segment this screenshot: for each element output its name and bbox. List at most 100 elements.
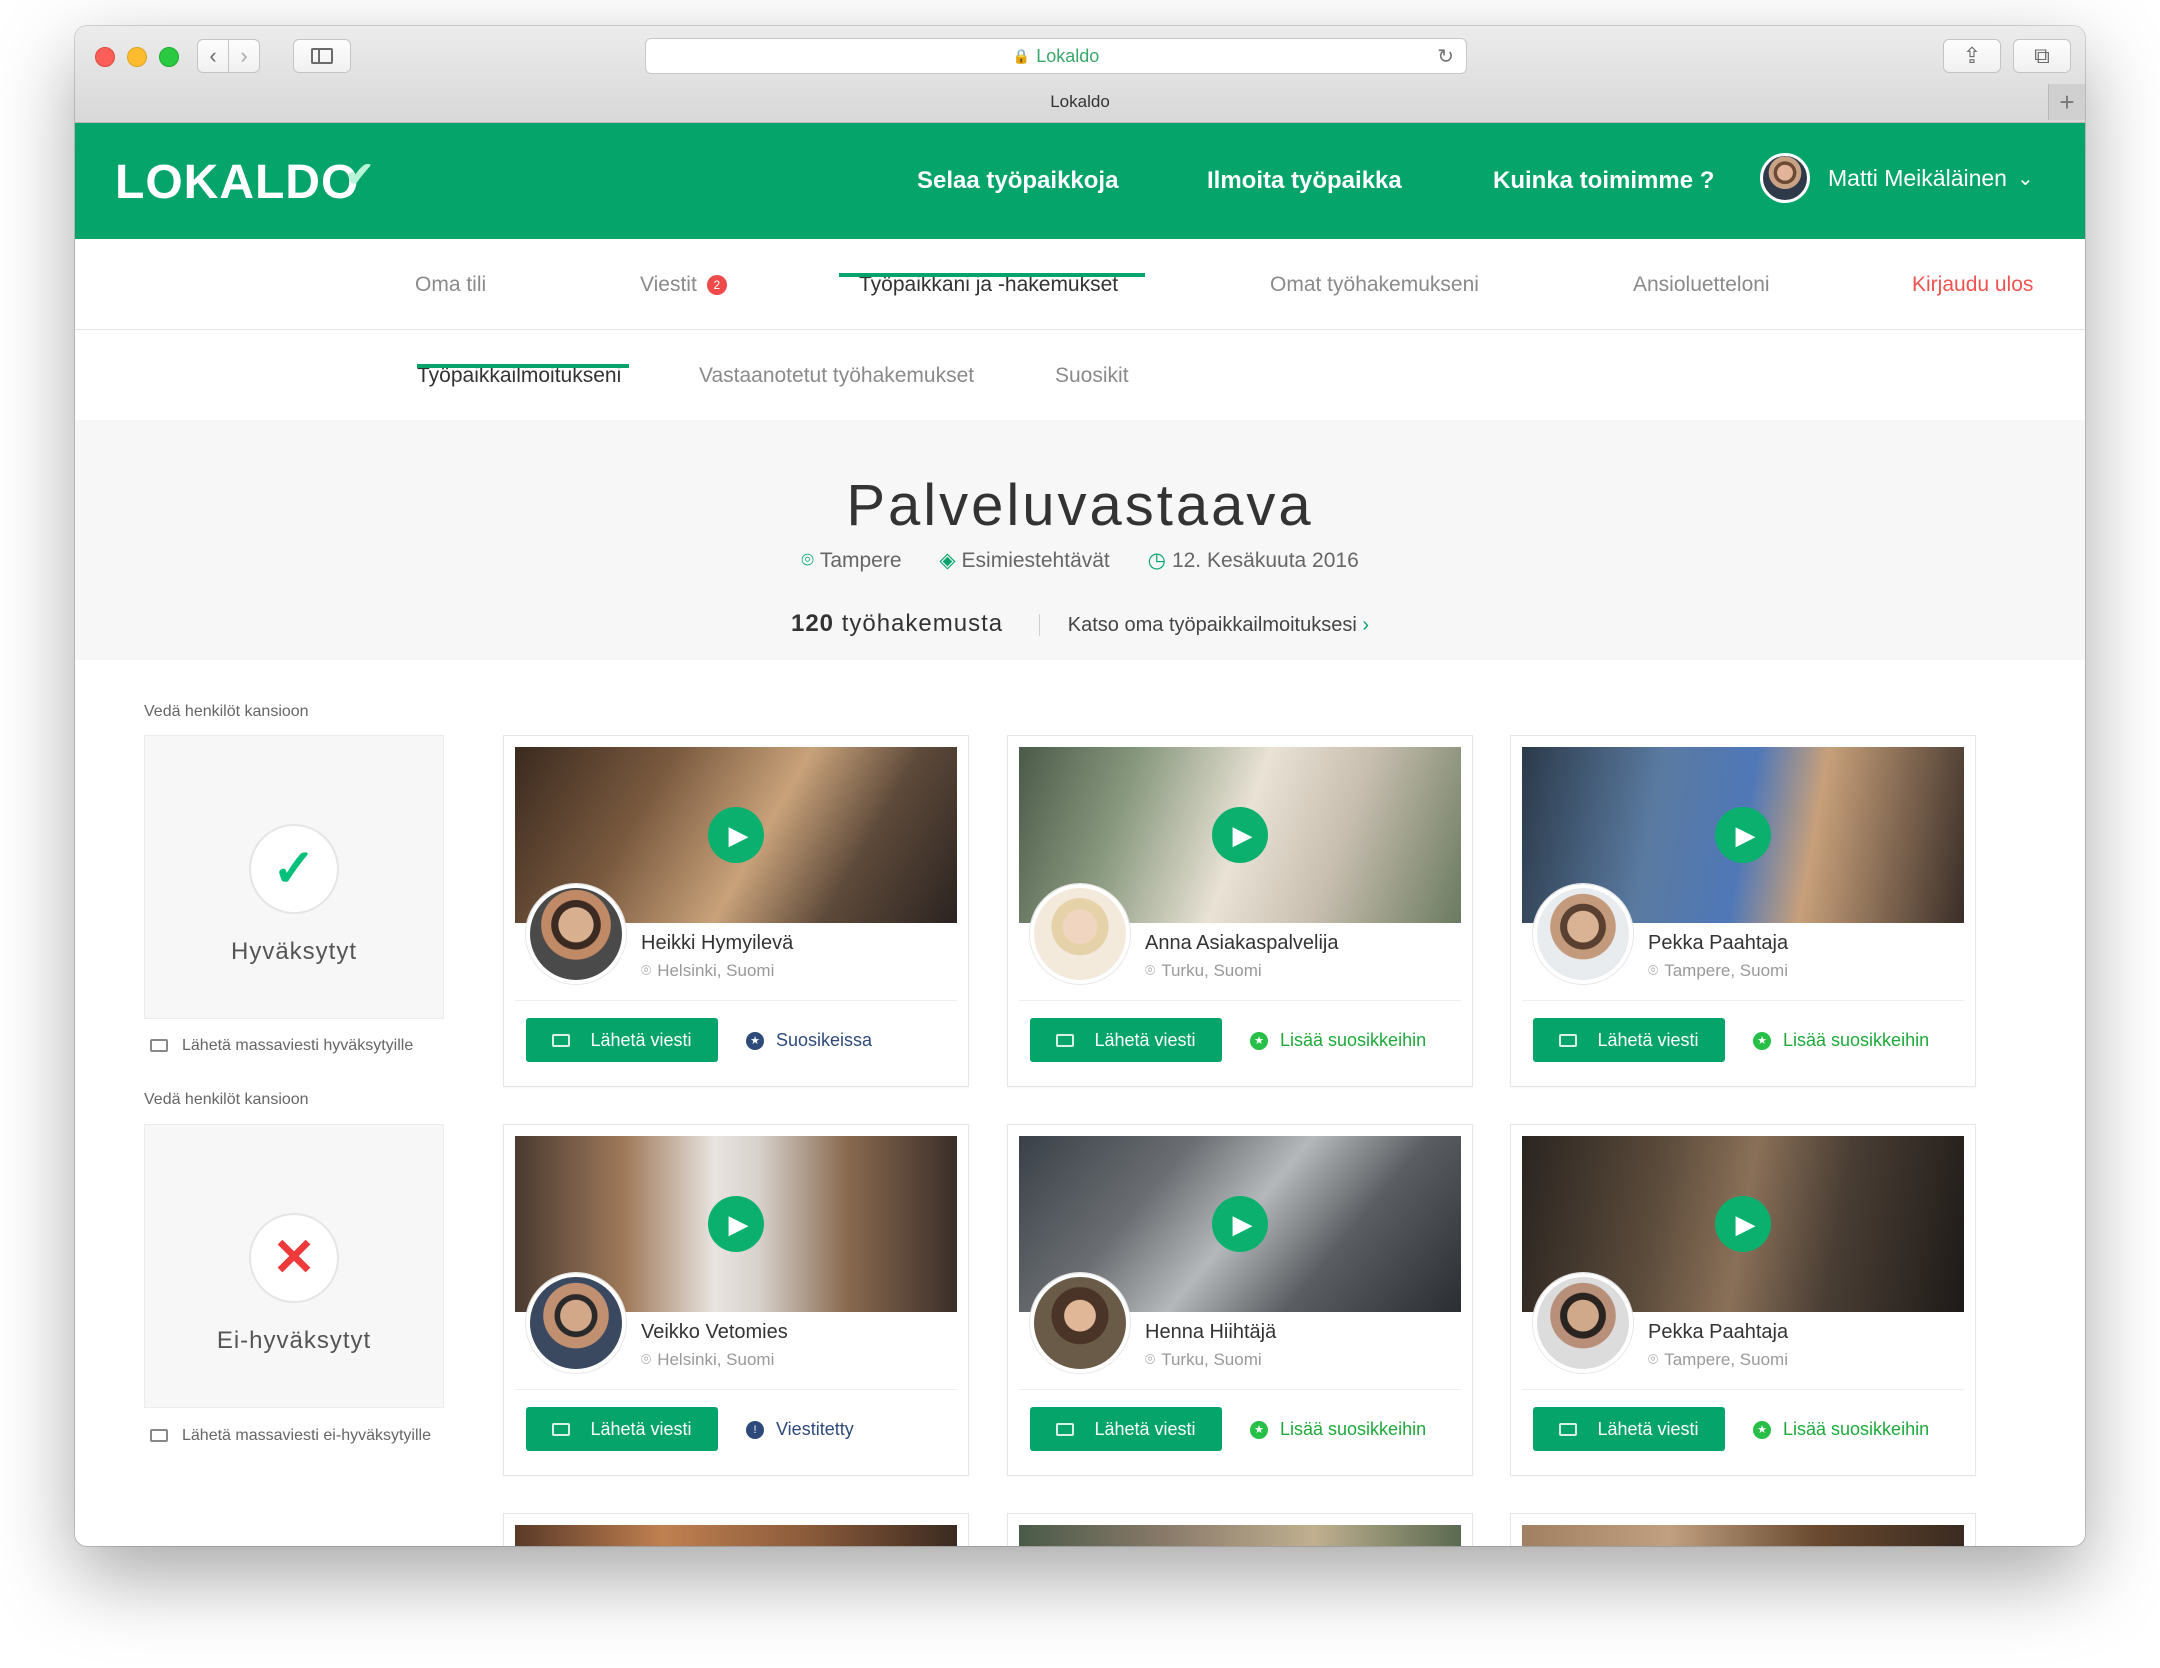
star-icon: ★ xyxy=(746,1031,764,1050)
address-bar[interactable]: 🔒 Lokaldo ↻ xyxy=(645,38,1467,74)
logout-link[interactable]: Kirjaudu ulos xyxy=(1912,273,2033,297)
tab-my-applications[interactable]: Omat työhakemukseni xyxy=(1270,273,1479,297)
send-message-button[interactable]: Lähetä viesti xyxy=(1533,1018,1725,1062)
share-icon: ⇪ xyxy=(1962,43,1982,68)
add-favorite-button[interactable]: ★ Lisää suosikkeihin xyxy=(1250,1419,1426,1440)
job-title: Palveluvastaava xyxy=(846,473,1314,538)
job-location: ⌾ Tampere xyxy=(801,549,901,572)
check-icon: ✔ xyxy=(345,156,375,194)
applicant-card[interactable]: ▶ Anna Asiakaspalvelija ⌾ Turku, Suomi Lä… xyxy=(1007,735,1473,1087)
folder-name: Hyväksytyt xyxy=(230,938,357,965)
view-listing-link[interactable]: Katso oma työpaikkailmoituksesi › xyxy=(1038,614,1370,636)
browser-toolbar: ‹ › 🔒 Lokaldo ↻ ⇪ ⧉ Lokaldo + xyxy=(75,26,2085,123)
video-thumbnail[interactable] xyxy=(515,1525,957,1546)
divider xyxy=(1522,1389,1964,1390)
applicant-card[interactable]: ▶ Pekka Paahtaja ⌾ Tampere, Suomi Lähetä … xyxy=(1510,1124,1976,1476)
check-icon: ✓ xyxy=(249,824,339,914)
applicant-name[interactable]: Pekka Paahtaja xyxy=(1648,1321,1788,1344)
applicant-card[interactable] xyxy=(1510,1513,1976,1546)
applicant-card[interactable] xyxy=(503,1513,969,1546)
site-header: LOKALDO✔ Selaa työpaikkoja Ilmoita työpa… xyxy=(75,123,2085,239)
play-icon[interactable]: ▶ xyxy=(1715,807,1771,863)
forward-button[interactable]: › xyxy=(228,39,260,73)
approved-folder[interactable]: ✓ Hyväksytyt xyxy=(144,735,444,1019)
applicant-location: ⌾ Turku, Suomi xyxy=(1145,961,1262,981)
close-window-button[interactable] xyxy=(95,47,115,67)
rejected-folder[interactable]: ✕ Ei-hyväksytyt xyxy=(144,1124,444,1408)
location-pin-icon: ⌾ xyxy=(641,961,652,980)
applicant-card[interactable]: ▶ Veikko Vetomies ⌾ Helsinki, Suomi Lähet… xyxy=(503,1124,969,1476)
back-button[interactable]: ‹ xyxy=(197,39,229,73)
nav-browse-jobs[interactable]: Selaa työpaikkoja xyxy=(917,167,1118,195)
divider xyxy=(1019,1389,1461,1390)
applicant-location-text: Helsinki, Suomi xyxy=(657,1350,775,1369)
applicant-card[interactable]: ▶ Henna Hiihtäjä ⌾ Turku, Suomi Lähetä vi… xyxy=(1007,1124,1473,1476)
user-menu[interactable]: Matti Meikäläinen ⌄ xyxy=(1760,153,2034,203)
tab-my-resume[interactable]: Ansioluetteloni xyxy=(1633,273,1770,297)
play-icon[interactable]: ▶ xyxy=(708,1196,764,1252)
send-message-label: Lähetä viesti xyxy=(590,1029,692,1050)
active-subtab-indicator xyxy=(417,364,629,368)
favorite-status[interactable]: ★ Suosikeissa xyxy=(746,1030,872,1051)
add-favorite-button[interactable]: ★ Lisää suosikkeihin xyxy=(1753,1030,1929,1051)
jobs-subnav: Työpaikkailmoitukseni Vastaanotetut työh… xyxy=(75,330,2085,420)
tab-title[interactable]: Lokaldo xyxy=(75,92,2085,112)
avatar xyxy=(1030,1273,1130,1373)
play-icon[interactable]: ▶ xyxy=(708,807,764,863)
sidebar-toggle-button[interactable] xyxy=(293,39,351,73)
envelope-icon xyxy=(552,1033,571,1047)
logo[interactable]: LOKALDO✔ xyxy=(115,155,375,210)
mass-message-rejected[interactable]: Lähetä massaviesti ei-hyväksytyille xyxy=(150,1427,431,1445)
send-message-label: Lähetä viesti xyxy=(1094,1029,1196,1050)
video-thumbnail[interactable] xyxy=(1019,1525,1461,1546)
tab-messages[interactable]: Viestit 2 xyxy=(640,273,727,297)
applicant-name[interactable]: Veikko Vetomies xyxy=(641,1321,788,1344)
add-favorite-button[interactable]: ★ Lisää suosikkeihin xyxy=(1250,1030,1426,1051)
send-message-button[interactable]: Lähetä viesti xyxy=(1533,1407,1725,1451)
user-name: Matti Meikäläinen xyxy=(1828,164,2007,191)
tabs-icon: ⧉ xyxy=(2034,43,2050,68)
envelope-icon xyxy=(150,1429,168,1442)
add-favorite-button[interactable]: ★ Lisää suosikkeihin xyxy=(1753,1419,1929,1440)
applicant-card[interactable] xyxy=(1007,1513,1473,1546)
applicant-name[interactable]: Anna Asiakaspalvelija xyxy=(1145,932,1338,955)
mass-message-approved[interactable]: Lähetä massaviesti hyväksytyille xyxy=(150,1037,413,1055)
chevron-right-icon: › xyxy=(240,43,248,68)
send-message-button[interactable]: Lähetä viesti xyxy=(1030,1407,1222,1451)
play-icon[interactable]: ▶ xyxy=(1715,1196,1771,1252)
folder-name: Ei-hyväksytyt xyxy=(216,1327,372,1354)
new-tab-button[interactable]: + xyxy=(2048,84,2085,120)
envelope-icon xyxy=(1559,1033,1578,1047)
applicant-name[interactable]: Henna Hiihtäjä xyxy=(1145,1321,1276,1344)
nav-how-it-works[interactable]: Kuinka toimimme ? xyxy=(1493,167,1714,195)
zoom-window-button[interactable] xyxy=(159,47,179,67)
applicant-name[interactable]: Pekka Paahtaja xyxy=(1648,932,1788,955)
folder-label: Vedä henkilöt kansioon xyxy=(144,1091,309,1108)
tab-messages-label: Viestit xyxy=(640,273,697,296)
send-message-button[interactable]: Lähetä viesti xyxy=(526,1407,718,1451)
applicant-card[interactable]: ▶ Heikki Hymyilevä ⌾ Helsinki, Suomi Lähe… xyxy=(503,735,969,1087)
mass-message-text: Lähetä massaviesti ei-hyväksytyille xyxy=(182,1427,431,1444)
play-icon[interactable]: ▶ xyxy=(1212,1196,1268,1252)
tab-my-account[interactable]: Oma tili xyxy=(415,273,486,297)
avatar xyxy=(1533,1273,1633,1373)
minimize-window-button[interactable] xyxy=(127,47,147,67)
avatar xyxy=(526,1273,626,1373)
applicant-location-text: Tampere, Suomi xyxy=(1664,961,1788,980)
envelope-icon xyxy=(1559,1422,1578,1436)
video-thumbnail[interactable] xyxy=(1522,1525,1964,1546)
star-icon: ★ xyxy=(1753,1031,1771,1050)
send-message-button[interactable]: Lähetä viesti xyxy=(1030,1018,1222,1062)
share-button[interactable]: ⇪ xyxy=(1943,39,2001,73)
reload-icon[interactable]: ↻ xyxy=(1437,44,1454,69)
tab-favorites[interactable]: Suosikit xyxy=(1055,364,1129,388)
applicant-location: ⌾ Helsinki, Suomi xyxy=(641,961,774,981)
nav-post-job[interactable]: Ilmoita työpaikka xyxy=(1207,167,1402,195)
tab-received-applications[interactable]: Vastaanotetut työhakemukset xyxy=(699,364,974,388)
send-message-button[interactable]: Lähetä viesti xyxy=(526,1018,718,1062)
play-icon[interactable]: ▶ xyxy=(1212,807,1268,863)
applicant-card[interactable]: ▶ Pekka Paahtaja ⌾ Tampere, Suomi Lähetä … xyxy=(1510,735,1976,1087)
tabs-overview-button[interactable]: ⧉ xyxy=(2013,39,2071,73)
location-pin-icon: ⌾ xyxy=(1648,1350,1659,1369)
applicant-name[interactable]: Heikki Hymyilevä xyxy=(641,932,793,955)
